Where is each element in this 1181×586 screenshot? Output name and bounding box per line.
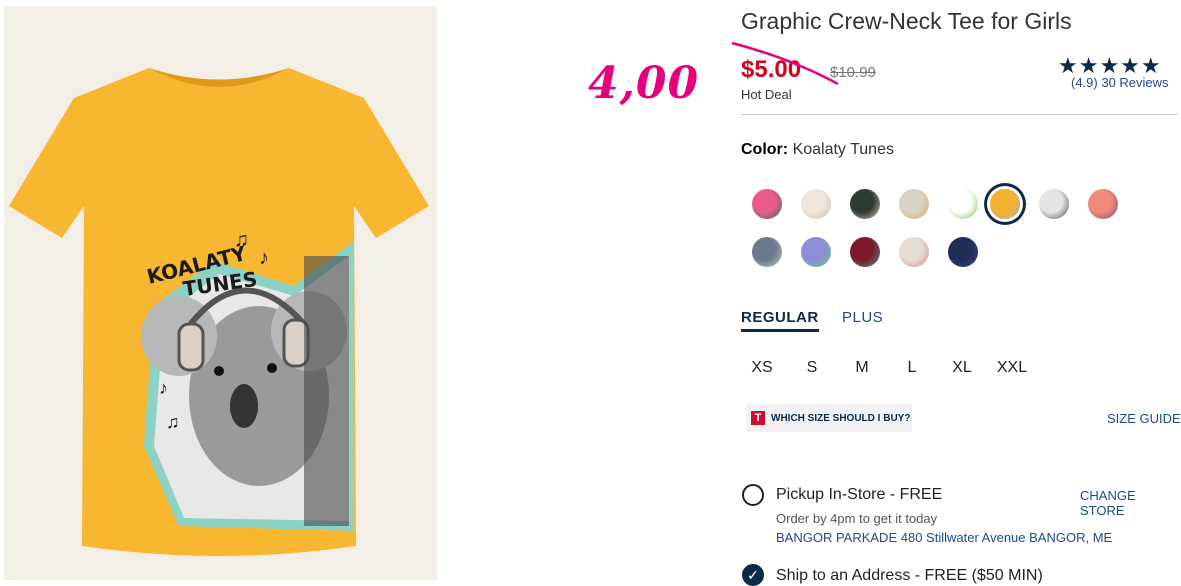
product-title: Graphic Crew-Neck Tee for Girls	[741, 8, 1072, 34]
swatch-koalaty-tunes[interactable]	[990, 189, 1020, 219]
color-label: Color: Koalaty Tunes	[741, 141, 894, 159]
color-label-key: Color:	[741, 141, 789, 158]
deal-label: Hot Deal	[741, 87, 792, 102]
change-store-link[interactable]: CHANGE STORE	[1080, 488, 1181, 518]
original-price: $10.99	[830, 64, 876, 81]
swatch-3[interactable]	[850, 189, 880, 219]
size-xl[interactable]: XL	[944, 359, 980, 377]
product-image: KOALATY TUNES ♫ ♪ ♪ ♫	[4, 6, 437, 580]
store-address-link[interactable]: BANGOR PARKADE 480 Stillwater Avenue BAN…	[776, 530, 1112, 545]
handwritten-price-annotation: 4,00	[588, 58, 700, 109]
color-value: Koalaty Tunes	[792, 141, 894, 158]
true-fit-icon: T	[751, 411, 765, 425]
swatch-4[interactable]	[899, 189, 929, 219]
ship-label: Ship to an Address - FREE ($50 MIN)	[776, 567, 1043, 584]
swatch-1[interactable]	[752, 189, 782, 219]
which-size-label: WHICH SIZE SHOULD I BUY?	[771, 412, 911, 424]
size-l[interactable]: L	[894, 359, 930, 377]
tshirt-illustration: KOALATY TUNES ♫ ♪ ♪ ♫	[9, 68, 429, 556]
reviews-link[interactable]: (4.9) 30 Reviews	[1071, 75, 1169, 90]
tab-plus[interactable]: PLUS	[842, 309, 883, 326]
svg-text:♪: ♪	[159, 378, 168, 398]
size-xs[interactable]: XS	[744, 359, 780, 377]
order-by-text: Order by 4pm to get it today	[776, 511, 938, 526]
swatch-8[interactable]	[1088, 189, 1118, 219]
size-guide-link[interactable]: SIZE GUIDE	[1107, 411, 1181, 426]
pickup-radio[interactable]	[742, 484, 764, 506]
swatch-7[interactable]	[1039, 189, 1069, 219]
divider	[741, 114, 1178, 115]
ship-radio[interactable]: ✓	[742, 564, 764, 586]
size-s[interactable]: S	[794, 359, 830, 377]
svg-text:♫: ♫	[234, 229, 249, 251]
svg-text:♫: ♫	[166, 412, 180, 432]
tab-regular[interactable]: REGULAR	[741, 309, 819, 332]
check-icon: ✓	[747, 567, 759, 583]
sale-price: $5.00	[741, 56, 802, 83]
swatch-5[interactable]	[948, 189, 978, 219]
which-size-button[interactable]: T WHICH SIZE SHOULD I BUY?	[746, 404, 912, 432]
swatch-11[interactable]	[850, 237, 880, 267]
svg-text:♪: ♪	[259, 247, 269, 269]
swatch-12[interactable]	[899, 237, 929, 267]
size-xxl[interactable]: XXL	[994, 359, 1030, 377]
swatch-13[interactable]	[948, 237, 978, 267]
swatch-9[interactable]	[752, 237, 782, 267]
swatch-2[interactable]	[801, 189, 831, 219]
swatch-10[interactable]	[801, 237, 831, 267]
pickup-label: Pickup In-Store - FREE	[776, 486, 943, 503]
size-m[interactable]: M	[844, 359, 880, 377]
